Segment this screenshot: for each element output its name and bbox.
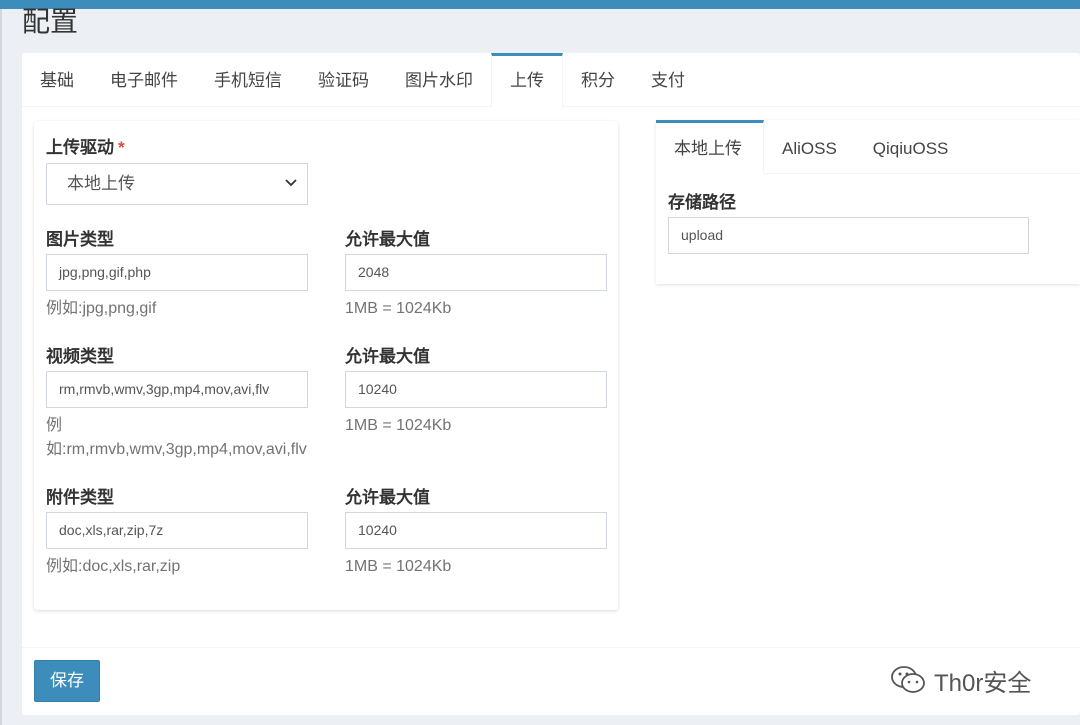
video-type-help-line1: 例: [46, 417, 63, 434]
storage-tabs: 本地上传 AliOSS QiqiuOSS: [656, 120, 1080, 174]
video-max-label: 允许最大值: [345, 347, 430, 366]
footer-divider: [22, 647, 1080, 648]
upload-driver-select[interactable]: 本地上传: [46, 163, 308, 205]
image-max-label: 允许最大值: [345, 230, 430, 249]
image-type-help: 例如:jpg,png,gif: [46, 300, 157, 317]
image-max-input[interactable]: 2048: [345, 254, 607, 291]
attach-type-input[interactable]: doc,xls,rar,zip,7z: [46, 512, 308, 549]
required-mark: *: [118, 138, 125, 157]
tab-email[interactable]: 电子邮件: [92, 53, 196, 107]
tab-image-watermark[interactable]: 图片水印: [387, 53, 491, 107]
upload-driver-value: 本地上传: [67, 174, 135, 193]
attach-max-help: 1MB = 1024Kb: [345, 558, 452, 575]
video-type-input[interactable]: rm,rmvb,wmv,3gp,mp4,mov,avi,flv: [46, 371, 308, 408]
attach-type-help: 例如:doc,xls,rar,zip: [46, 558, 181, 575]
tab-points[interactable]: 积分: [563, 53, 633, 107]
watermark: Th0r安全: [890, 660, 1031, 700]
video-type-label: 视频类型: [46, 347, 114, 366]
attach-type-label: 附件类型: [46, 488, 114, 507]
tab-upload[interactable]: 上传: [491, 53, 563, 108]
attach-max-input[interactable]: 10240: [345, 512, 607, 549]
wechat-icon: [891, 666, 925, 693]
sidebar-edge: [0, 9, 2, 725]
storage-path-input[interactable]: upload: [668, 217, 1029, 254]
watermark-text: Th0r安全: [934, 669, 1032, 697]
tab-captcha[interactable]: 验证码: [300, 53, 387, 107]
upload-settings-card: 上传驱动 * 本地上传 图片类型 jpg,png,gif,php 例如:jpg,p…: [34, 121, 618, 610]
tab-sms[interactable]: 手机短信: [196, 53, 300, 107]
driver-label: 上传驱动 *: [46, 138, 125, 157]
tab-local-upload[interactable]: 本地上传: [656, 120, 764, 174]
tab-payment[interactable]: 支付: [633, 53, 703, 107]
image-type-input[interactable]: jpg,png,gif,php: [46, 254, 308, 291]
page-title: 配置: [22, 6, 79, 37]
attach-max-label: 允许最大值: [345, 488, 430, 507]
top-header-bar: [0, 0, 1080, 9]
tab-qiqiuoss[interactable]: QiqiuOSS: [855, 120, 967, 174]
video-max-help: 1MB = 1024Kb: [345, 417, 452, 434]
image-max-help: 1MB = 1024Kb: [345, 300, 452, 317]
image-type-label: 图片类型: [46, 230, 114, 249]
save-button[interactable]: 保存: [34, 660, 100, 702]
tab-alioss[interactable]: AliOSS: [764, 120, 855, 174]
chevron-down-icon: [285, 164, 297, 219]
config-panel: 基础 电子邮件 手机短信 验证码 图片水印 上传 积分 支付 上传驱动 * 本地上…: [22, 53, 1080, 715]
tab-basic[interactable]: 基础: [22, 53, 92, 107]
video-type-help-line2: 如:rm,rmvb,wmv,3gp,mp4,mov,avi,flv: [46, 441, 307, 458]
storage-path-label: 存储路径: [668, 193, 736, 212]
config-tabs: 基础 电子邮件 手机短信 验证码 图片水印 上传 积分 支付: [22, 53, 1080, 108]
video-max-input[interactable]: 10240: [345, 371, 607, 408]
storage-settings-card: 本地上传 AliOSS QiqiuOSS 存储路径 upload: [656, 120, 1080, 284]
